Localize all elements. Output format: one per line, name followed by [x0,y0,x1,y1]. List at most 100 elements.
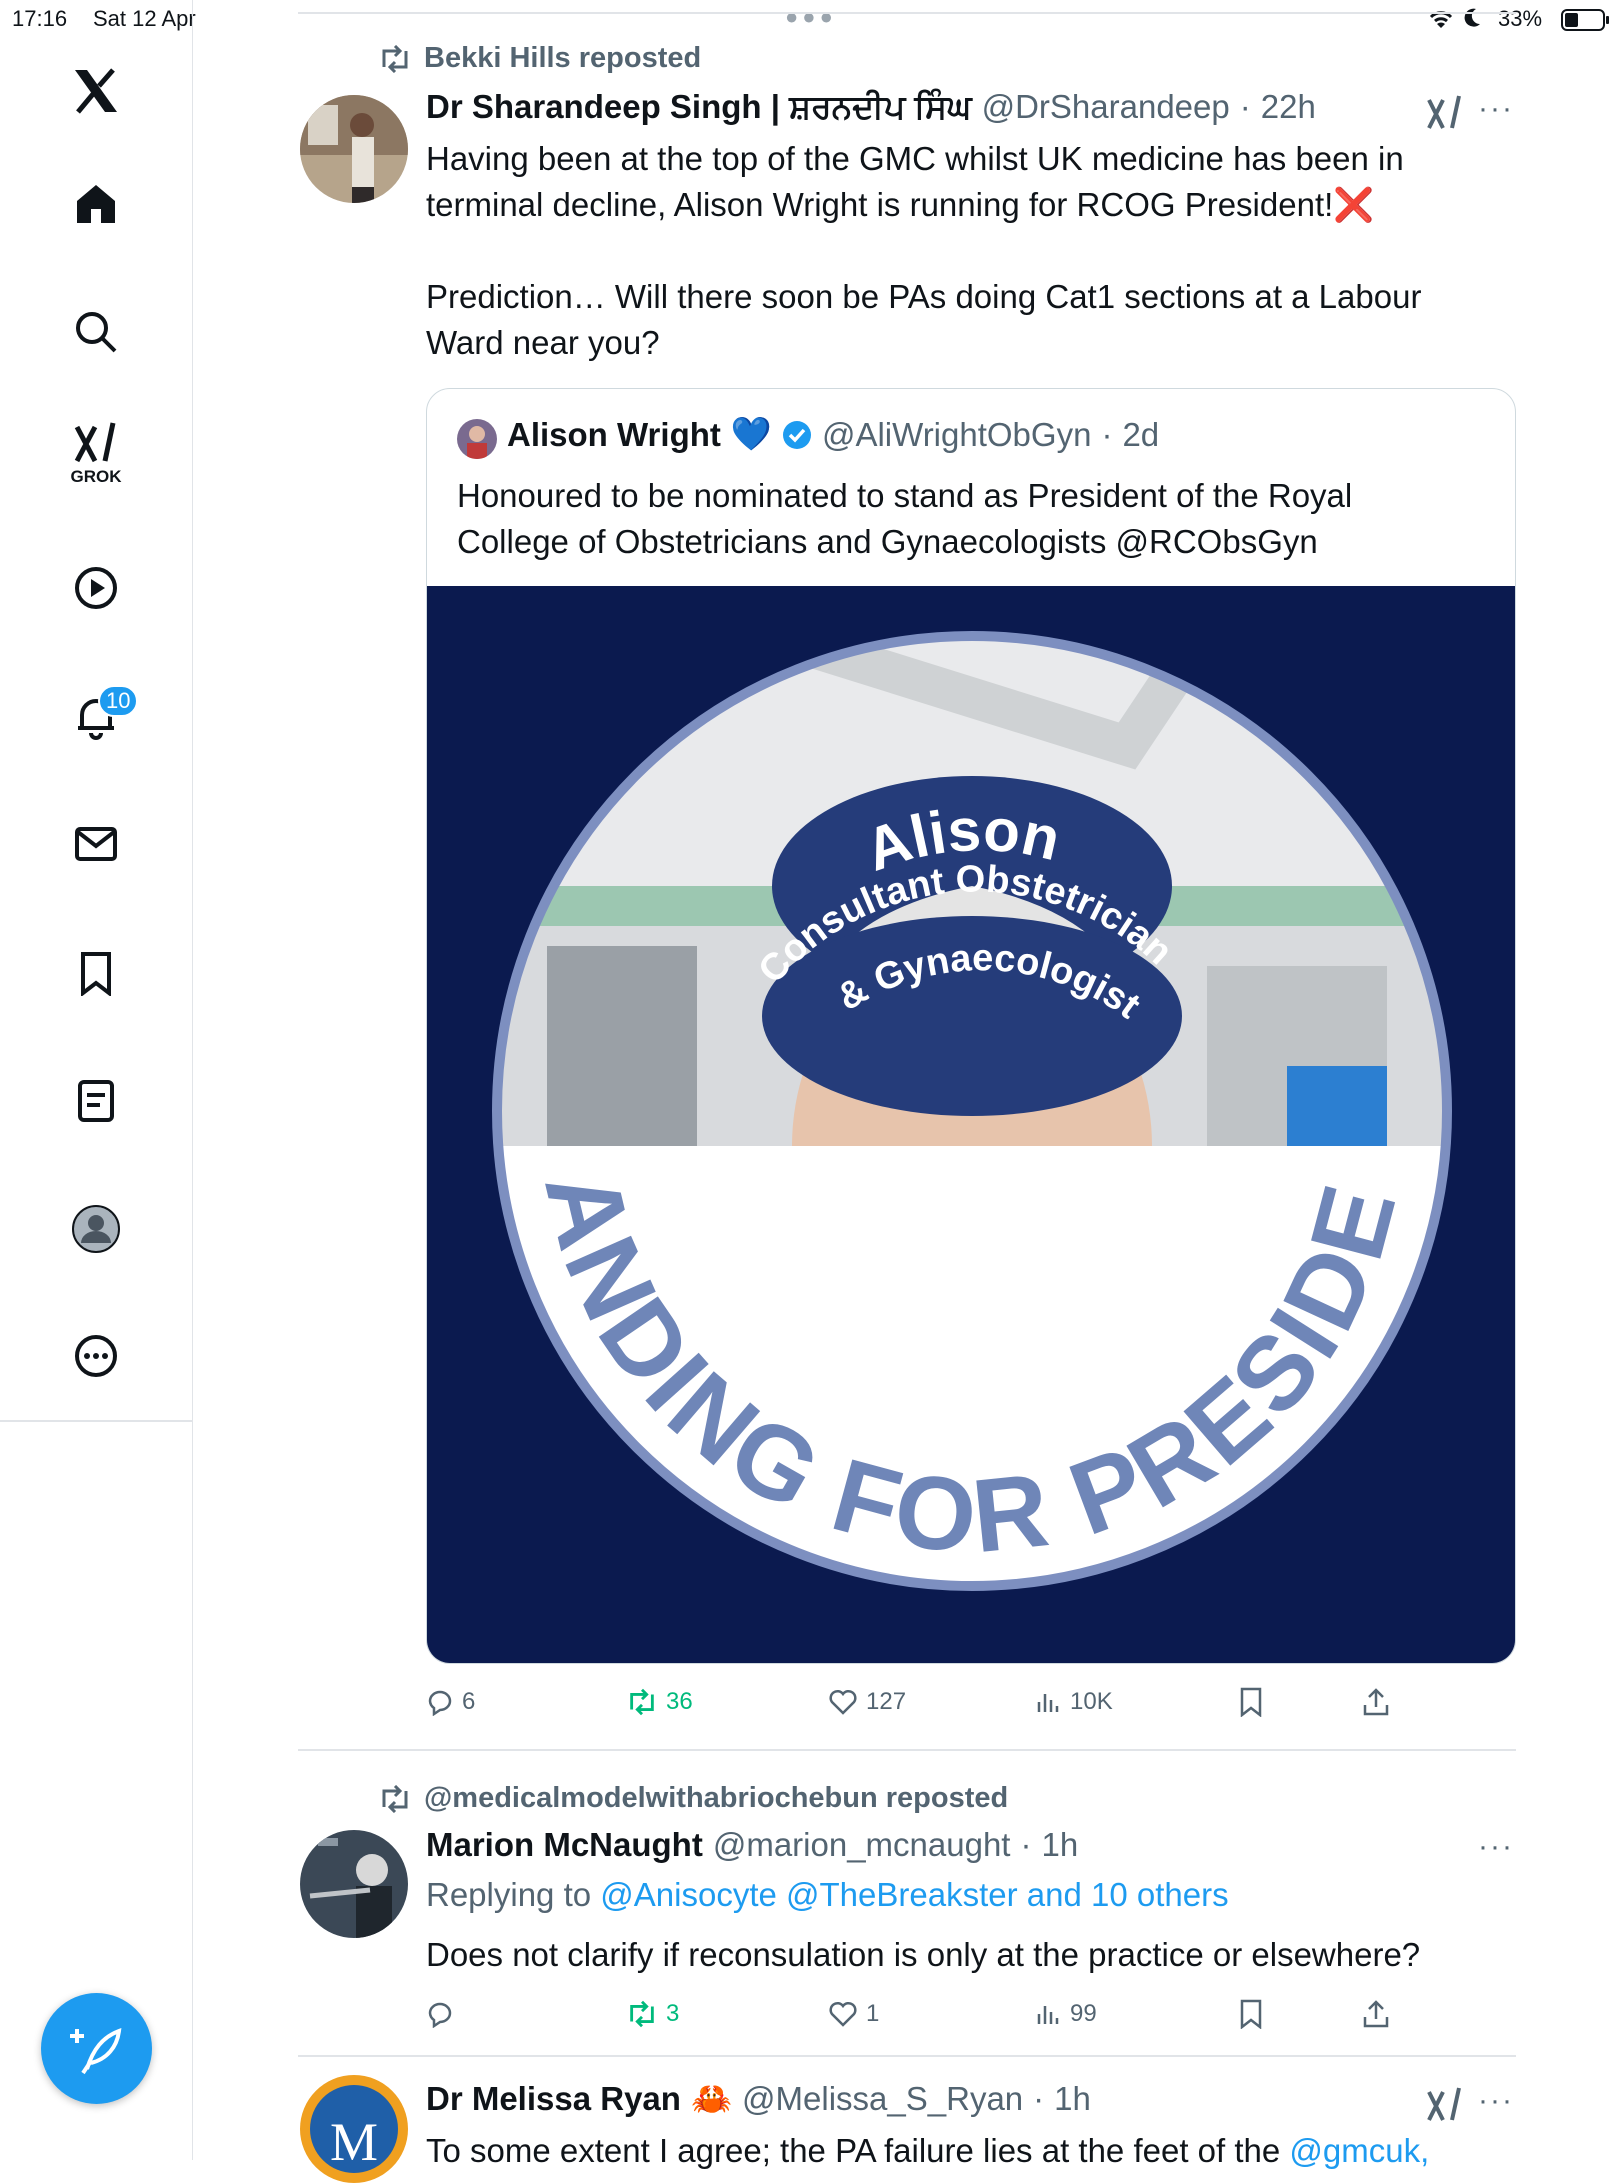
dot-separator: · [1101,415,1113,453]
feed-top-border [298,12,1516,14]
replying-to-label: Replying to [426,1876,592,1913]
bookmark-button[interactable] [1238,1999,1264,2029]
notification-badge: 10 [98,685,139,717]
search-icon[interactable] [55,291,137,373]
post1-actions: 6 36 127 10K [426,1682,1516,1722]
grok-icon[interactable]: GROK [55,412,137,494]
author-handle[interactable]: @Melissa_S_Ryan [742,2080,1023,2118]
quoted-post-time: 2d [1122,415,1160,453]
cross-mark-emoji: ❌ [1333,186,1375,223]
more-options-icon[interactable]: ··· [1478,1830,1514,1864]
messages-icon[interactable] [55,803,137,885]
post-separator [298,1749,1516,1751]
heart-icon [829,2001,857,2027]
reply-button[interactable] [426,2000,462,2028]
post-time[interactable]: 1h [1041,1826,1078,1864]
author-avatar[interactable] [300,95,408,203]
post-text-span: To some extent I agree; the PA failure l… [426,2132,1281,2169]
post2-actions: 3 1 99 [426,1994,1516,2034]
reply-count: 6 [462,1688,476,1715]
analytics-icon [1037,1694,1059,1712]
author-avatar[interactable]: M [300,2075,408,2183]
x-logo-icon[interactable] [55,50,137,132]
repost-icon [382,1784,408,1813]
quoted-author-handle: @AliWrightObGyn [821,415,1092,453]
more-icon[interactable] [55,1315,137,1397]
views-button[interactable]: 10K [1034,1688,1113,1716]
view-count: 99 [1070,2000,1097,2027]
multitask-dots-icon[interactable]: ●●● [785,4,837,30]
quoted-text-line: College of Obstetricians and Gynaecologi… [457,523,1318,560]
grok-explain-icon[interactable] [1425,92,1465,137]
grok-explain-icon[interactable] [1425,2084,1465,2129]
dot-separator: · [1239,88,1251,125]
home-icon[interactable] [55,163,137,245]
battery-percent: 33% [1498,6,1543,31]
campaign-image[interactable]: Alison Consultant Obstetrician & Gynaeco… [427,493,1515,1663]
bookmark-button[interactable] [1238,1687,1264,1717]
post-text-span: terminal decline, Alison Wright is runni… [426,186,1334,223]
more-options-icon[interactable]: ··· [1478,92,1514,126]
views-button[interactable]: 99 [1034,2000,1097,2028]
post-text-line: Ward near you? [426,324,660,361]
mention-link[interactable]: @gmcuk, [1289,2132,1429,2169]
battery-icon [1561,8,1611,37]
verified-badge-icon [782,420,811,449]
post-separator [298,2055,1516,2057]
post-time[interactable]: 1h [1054,2080,1091,2118]
compose-post-button[interactable] [41,1993,152,2104]
video-icon[interactable] [55,547,137,629]
view-count: 10K [1070,1688,1113,1715]
post-text-line: Prediction… Will there soon be PAs doing… [426,278,1422,315]
author-name[interactable]: Marion McNaught [426,1826,703,1864]
bookmarks-icon[interactable] [55,932,137,1014]
share-button[interactable] [1362,1687,1390,1717]
dot-separator: · [1020,1826,1032,1863]
post-text-line: Having been at the top of the GMC whilst… [426,140,1404,177]
post2-header: Marion McNaught @marion_mcnaught · 1h [426,1826,1078,1864]
repost-button[interactable]: 3 [626,2000,679,2028]
share-icon [1363,2000,1389,2028]
repost-indicator[interactable]: @medicalmodelwithabriochebun reposted [378,1782,1008,1815]
repost-indicator[interactable]: Bekki Hills reposted [378,42,701,75]
lists-icon[interactable] [55,1060,137,1142]
quoted-author-name: Alison Wright [507,415,721,453]
crab-emoji: 🦀 [690,2080,733,2117]
replying-to: Replying to @Anisocyte @TheBreakster and… [426,1876,1229,1914]
author-handle[interactable]: @DrSharandeep [982,88,1230,126]
reply-icon [428,2002,452,2028]
blue-heart-emoji: 💙 [730,415,772,452]
grok-label: GROK [70,467,122,486]
author-handle[interactable]: @marion_mcnaught [713,1826,1011,1864]
bookmark-icon [1240,1999,1262,2029]
post3-header: Dr Melissa Ryan 🦀 @Melissa_S_Ryan · 1h [426,2080,1091,2119]
repost-button[interactable]: 36 [626,1688,693,1716]
like-button[interactable]: 127 [828,1688,906,1716]
repost-by-text: Bekki Hills reposted [424,42,702,74]
reply-button[interactable]: 6 [426,1688,475,1716]
analytics-icon [1037,2006,1059,2024]
like-button[interactable]: 1 [828,2000,879,2028]
sidebar-divider [0,1420,192,1422]
profile-icon[interactable] [55,1188,137,1270]
more-options-icon[interactable]: ··· [1478,2084,1514,2118]
quoted-text-line: Honoured to be nominated to stand as Pre… [457,477,1353,514]
post-text: To some extent I agree; the PA failure l… [426,2128,1429,2174]
post-time[interactable]: 22h [1261,88,1316,126]
like-count: 1 [866,2000,880,2027]
repost-by-text: @medicalmodelwithabriochebun reposted [424,1782,1009,1814]
heart-icon [829,1689,857,1715]
bookmark-icon [1240,1687,1262,1717]
replying-to-users[interactable]: @Anisocyte @TheBreakster and 10 others [600,1876,1228,1913]
quoted-post[interactable]: Alison Wright 💙 @AliWrightObGyn · 2d Hon… [426,388,1516,1664]
share-button[interactable] [1362,1999,1390,2029]
post-text: Does not clarify if reconsulation is onl… [426,1936,1421,1973]
quoted-post-header: Alison Wright 💙 @AliWrightObGyn · 2d [507,415,1159,454]
author-name[interactable]: Dr Melissa Ryan [426,2080,681,2118]
repost-icon [630,1688,654,1716]
author-avatar[interactable] [300,1830,408,1938]
post-text: Having been at the top of the GMC whilst… [426,136,1516,366]
repost-icon [630,2000,654,2028]
author-name[interactable]: Dr Sharandeep Singh | ਸ਼ਰਨਦੀਪ ਸਿੰਘ [426,88,972,127]
